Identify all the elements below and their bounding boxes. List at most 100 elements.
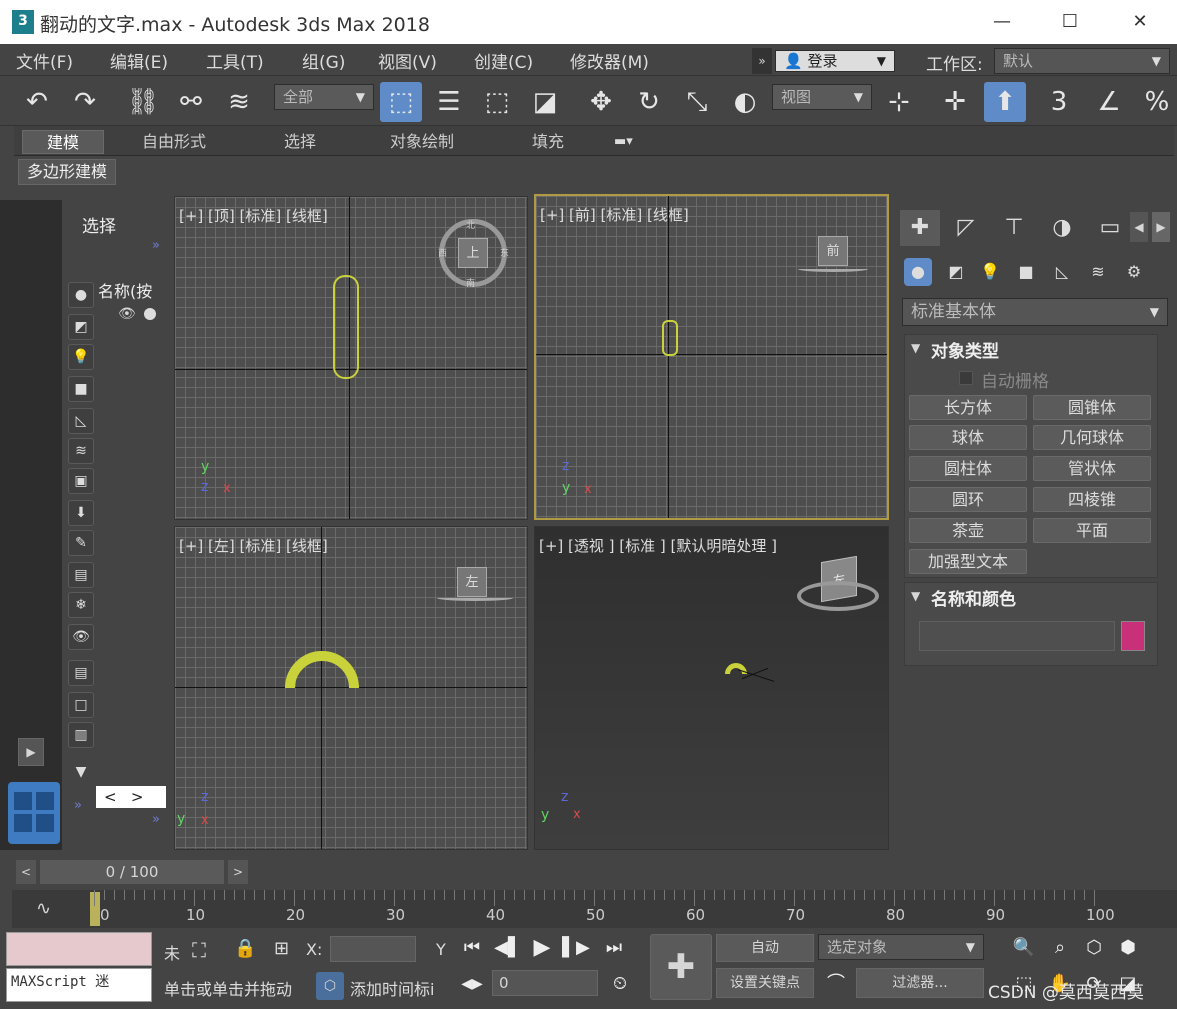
pivot-center-icon[interactable]: ⊹	[880, 82, 918, 122]
viewcube-face[interactable]: 上	[458, 238, 488, 268]
login-dropdown[interactable]: 👤 登录 ▼	[775, 50, 895, 72]
torus-button[interactable]: 圆环	[909, 487, 1027, 512]
set-key-icon[interactable]: ✚	[650, 934, 712, 1000]
pyramid-button[interactable]: 四棱锥	[1033, 487, 1151, 512]
add-time-tag[interactable]: 添加时间标i	[350, 976, 446, 1000]
menu-edit[interactable]: 编辑(E)	[110, 48, 168, 73]
cone-button[interactable]: 圆锥体	[1033, 395, 1151, 420]
minimize-button[interactable]: —	[982, 8, 1022, 36]
teapot-button[interactable]: 茶壶	[909, 518, 1027, 543]
tube-button[interactable]: 管状体	[1033, 456, 1151, 481]
menu-create[interactable]: 创建(C)	[474, 48, 533, 73]
track-bar[interactable]: ∿ 0 10 20 30 40 50 60 70 80 90 100	[12, 890, 1177, 928]
rotate-icon[interactable]: ↻	[630, 82, 668, 122]
window-crossing-icon[interactable]: ◪	[526, 82, 564, 122]
select-by-name-icon[interactable]: ☰	[430, 82, 468, 122]
menu-modifiers[interactable]: 修改器(M)	[570, 48, 649, 73]
display-invert-icon[interactable]: ▥	[68, 722, 94, 748]
double-chevron-icon[interactable]: »	[152, 238, 160, 253]
add-time-tag-icon[interactable]: ⬡	[316, 972, 344, 1000]
select-object-icon[interactable]: ⬚	[380, 82, 422, 122]
plane-button[interactable]: 平面	[1033, 518, 1151, 543]
lights-icon[interactable]: 💡	[976, 258, 1004, 286]
create-tab-icon[interactable]: ✚	[900, 210, 940, 246]
cameras-icon[interactable]: ■	[1012, 258, 1040, 286]
goto-end-icon[interactable]: ⏭	[600, 934, 628, 962]
key-target-dropdown[interactable]: 选定对象 ▼	[818, 934, 984, 960]
current-frame-input[interactable]: 0	[492, 970, 598, 996]
object-name-input[interactable]	[919, 621, 1115, 651]
viewport-left[interactable]: [+] [左] [标准] [线框] 左 z y x	[174, 526, 528, 850]
geometry-filter-icon[interactable]: ●	[68, 282, 94, 308]
percent-snap-icon[interactable]: %	[1138, 82, 1176, 122]
frame-display[interactable]: 0 / 100	[40, 860, 224, 884]
cylinder-wireframe[interactable]	[333, 275, 359, 379]
tab-populate[interactable]: 填充	[514, 130, 582, 154]
modify-tab-icon[interactable]: ◸	[946, 210, 986, 246]
maximize-button[interactable]: ☐	[1050, 8, 1090, 36]
eye-icon[interactable]: 👁	[118, 306, 136, 322]
scale-icon[interactable]: ⤡	[678, 82, 716, 122]
viewport-left-label[interactable]: [+] [左] [标准] [线框]	[179, 535, 328, 556]
xrefs-filter-icon[interactable]: ⬇	[68, 500, 94, 526]
menu-group[interactable]: 组(G)	[302, 48, 345, 73]
auto-key-button[interactable]: 自动	[716, 934, 814, 962]
snap-3d-icon[interactable]: 3	[1040, 82, 1078, 122]
tab-modeling[interactable]: 建模	[22, 130, 104, 154]
maxscript-listener[interactable]	[6, 932, 152, 966]
viewport-perspective[interactable]: [+] [透视 ] [标准 ] [默认明暗处理 ] 左 z y x	[534, 526, 889, 850]
freeze-dot-icon[interactable]	[144, 308, 156, 320]
chevron-left-icon[interactable]: ◀	[1130, 212, 1148, 242]
category-dropdown[interactable]: 标准基本体 ▼	[902, 298, 1168, 326]
display-tab-icon[interactable]: ▭	[1090, 210, 1130, 246]
viewport-perspective-label[interactable]: [+] [透视 ] [标准 ] [默认明暗处理 ]	[539, 535, 777, 556]
scroll-arrows[interactable]: < >	[96, 786, 166, 808]
motion-tab-icon[interactable]: ◑	[1042, 210, 1082, 246]
cameras-filter-icon[interactable]: ■	[68, 376, 94, 402]
lights-filter-icon[interactable]: 💡	[68, 344, 94, 370]
time-slider[interactable]: < 0 / 100 >	[12, 858, 250, 884]
viewport-front[interactable]: [+] [前] [标准] [线框] 前 z y x	[534, 194, 889, 520]
expand-icon[interactable]: ▶	[18, 738, 44, 766]
viewport-top[interactable]: [+] [顶] [标准] [线框] 上 北 西 东 南 y z x	[174, 196, 528, 520]
spacewarps-icon[interactable]: ≋	[1084, 258, 1112, 286]
helpers-icon[interactable]: ◺	[1048, 258, 1076, 286]
key-tangent-icon[interactable]: ⌒	[822, 970, 850, 998]
shapes-icon[interactable]: ◩	[942, 258, 970, 286]
lock-icon[interactable]: 🔒	[234, 938, 256, 959]
hierarchy-tab-icon[interactable]: ⊤	[994, 210, 1034, 246]
next-frame-icon[interactable]: ▌▶	[562, 934, 590, 962]
chevron-right-icon[interactable]: >	[228, 860, 248, 884]
move-icon[interactable]: ✥	[582, 82, 620, 122]
set-key-button[interactable]: 设置关键点	[716, 968, 814, 998]
geosphere-button[interactable]: 几何球体	[1033, 425, 1151, 450]
undo-icon[interactable]: ↶	[18, 82, 56, 122]
keyboard-shortcut-override-icon[interactable]: ⬆	[984, 82, 1026, 122]
double-chevron-icon[interactable]: »	[74, 798, 82, 813]
frozen-filter-icon[interactable]: ❄	[68, 592, 94, 618]
select-manipulate-icon[interactable]: ✛	[936, 82, 974, 122]
chevron-left-icon[interactable]: <	[16, 860, 36, 884]
viewcube-compass[interactable]: 上 北 西 东 南	[438, 219, 509, 289]
redo-icon[interactable]: ↷	[66, 82, 104, 122]
menu-tools[interactable]: 工具(T)	[206, 48, 264, 73]
viewport-layout-icon[interactable]	[8, 782, 60, 844]
isolate-icon[interactable]: ⛶	[192, 938, 206, 962]
autogrid-checkbox[interactable]	[959, 371, 973, 385]
filter-settings-icon[interactable]: ▼	[68, 760, 94, 786]
angle-snap-icon[interactable]: ∠	[1090, 82, 1128, 122]
display-none-icon[interactable]: □	[68, 692, 94, 718]
workspace-dropdown[interactable]: 默认 ▼	[994, 48, 1170, 74]
spacewarps-filter-icon[interactable]: ≋	[68, 438, 94, 464]
collapse-icon[interactable]: ▼	[911, 589, 920, 603]
viewport-top-label[interactable]: [+] [顶] [标准] [线框]	[179, 205, 328, 226]
cylinder-button[interactable]: 圆柱体	[909, 456, 1027, 481]
zoom-extents-icon[interactable]: ⬡	[1080, 934, 1108, 962]
viewport-front-label[interactable]: [+] [前] [标准] [线框]	[540, 204, 689, 225]
menu-views[interactable]: 视图(V)	[378, 48, 437, 73]
name-color-title[interactable]: 名称和颜色	[931, 585, 1016, 610]
double-chevron-icon[interactable]: »	[152, 812, 160, 827]
hidden-filter-icon[interactable]: 👁	[68, 624, 94, 650]
unlink-icon[interactable]: ⚯	[172, 82, 210, 122]
chevron-right-icon[interactable]: ▶	[1152, 212, 1170, 242]
